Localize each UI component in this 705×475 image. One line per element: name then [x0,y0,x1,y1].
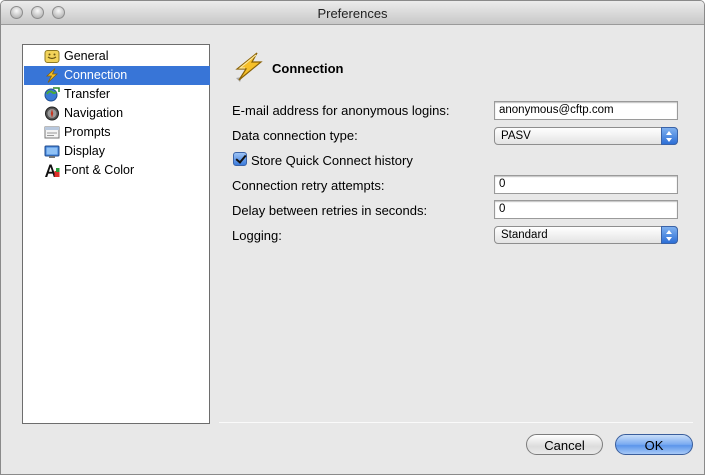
general-icon [44,50,60,63]
retry-delay-field[interactable]: 0 [494,200,678,219]
sidebar-item-label: Prompts [64,125,111,139]
sidebar-item-transfer[interactable]: Transfer [24,85,210,104]
store-quick-connect-label: Store Quick Connect history [251,153,413,168]
connection-settings-panel: Connection E-mail address for anonymous … [219,44,689,424]
connection-icon [45,68,59,83]
sidebar-item-prompts[interactable]: Prompts [24,123,210,142]
sidebar-item-connection[interactable]: Connection [24,66,210,85]
sidebar-item-label: Navigation [64,106,124,120]
anonymous-email-field[interactable]: anonymous@cftp.com [494,101,678,120]
sidebar-item-display[interactable]: Display [24,142,210,161]
ok-button[interactable]: OK [615,434,693,455]
popup-arrows-icon [661,127,678,145]
title-bar: Preferences [1,1,704,25]
sidebar-item-label: Display [64,144,105,158]
footer-separator [219,422,693,423]
sidebar-item-label: Font & Color [64,163,135,177]
preferences-sidebar: General Connection Transfer Navigation P… [22,44,210,424]
preferences-window: Preferences General Connection Transfer [0,0,705,475]
sidebar-item-general[interactable]: General [24,47,210,66]
transfer-icon [44,87,60,102]
navigation-icon [45,106,59,121]
data-connection-type-value: PASV [501,130,531,142]
font-color-icon [45,164,60,177]
logging-select[interactable]: Standard [494,226,678,244]
connection-icon [235,52,263,82]
retry-attempts-field[interactable]: 0 [494,175,678,194]
display-icon [44,145,60,158]
window-title: Preferences [317,6,388,21]
store-quick-connect-checkbox[interactable] [233,152,247,166]
sidebar-item-font-color[interactable]: Font & Color [24,161,210,180]
sidebar-item-navigation[interactable]: Navigation [24,104,210,123]
sidebar-item-label: General [64,49,109,63]
cancel-button[interactable]: Cancel [526,434,603,455]
popup-arrows-icon [661,226,678,244]
sidebar-item-label: Transfer [64,87,111,101]
data-connection-type-select[interactable]: PASV [494,127,678,145]
panel-title: Connection [272,61,344,76]
email-label: E-mail address for anonymous logins: [232,103,450,118]
logging-label: Logging: [232,228,282,243]
sidebar-item-label: Connection [64,68,128,82]
prompts-icon [44,126,60,139]
logging-value: Standard [501,229,548,241]
data-connection-type-label: Data connection type: [232,128,358,143]
retry-attempts-label: Connection retry attempts: [232,178,385,193]
retry-delay-label: Delay between retries in seconds: [232,203,428,218]
